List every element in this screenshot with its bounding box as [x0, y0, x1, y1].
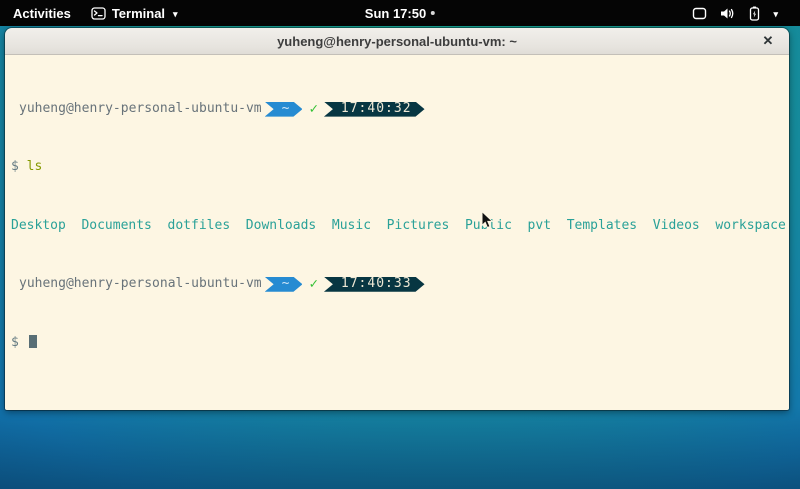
input-line[interactable]: $ — [11, 335, 785, 350]
app-menu-label: Terminal — [112, 6, 165, 21]
prompt-time: 17:40:32 — [341, 102, 412, 117]
activities-button[interactable]: Activities — [0, 0, 81, 26]
prompt-symbol: $ — [11, 159, 19, 174]
prompt-line: yuheng@henry-personal-ubuntu-vm ~ ✓ 17:4… — [11, 102, 785, 117]
battery-charging-icon — [749, 6, 760, 21]
close-icon[interactable]: ✕ — [759, 32, 777, 50]
app-menu-button[interactable]: Terminal ▾ — [81, 0, 188, 26]
clock-label: Sun 17:50 — [365, 6, 426, 21]
chevron-down-icon: ▾ — [773, 10, 778, 19]
notification-dot-icon — [431, 11, 435, 15]
prompt-user: yuheng@henry-personal-ubuntu-vm — [19, 102, 262, 117]
display-icon — [692, 7, 707, 20]
command-line: $ ls — [11, 160, 785, 175]
clock-button[interactable]: Sun 17:50 — [357, 0, 443, 26]
status-check-icon: ✓ — [309, 277, 317, 292]
prompt-user: yuheng@henry-personal-ubuntu-vm — [19, 277, 262, 292]
mouse-pointer-icon — [481, 211, 495, 234]
chevron-down-icon: ▾ — [173, 10, 178, 19]
prompt-time: 17:40:33 — [341, 277, 412, 292]
system-tray-button[interactable]: ▾ — [682, 0, 800, 26]
terminal-content[interactable]: yuheng@henry-personal-ubuntu-vm ~ ✓ 17:4… — [5, 55, 789, 410]
powerline-time-segment: 17:40:32 — [324, 102, 425, 117]
prompt-line: yuheng@henry-personal-ubuntu-vm ~ ✓ 17:4… — [11, 277, 785, 292]
volume-icon — [720, 7, 736, 20]
powerline-path-segment: ~ — [265, 277, 303, 292]
command-text: ls — [27, 159, 43, 174]
powerline-time-segment: 17:40:33 — [324, 277, 425, 292]
top-bar: Activities Terminal ▾ Sun 17:50 — [0, 0, 800, 26]
desktop-background: yuheng@henry-personal-ubuntu-vm: ~ ✕ yuh… — [0, 26, 800, 489]
terminal-window: yuheng@henry-personal-ubuntu-vm: ~ ✕ yuh… — [5, 28, 789, 410]
status-check-icon: ✓ — [309, 102, 317, 117]
text-cursor — [29, 335, 37, 348]
window-titlebar[interactable]: yuheng@henry-personal-ubuntu-vm: ~ ✕ — [5, 28, 789, 55]
screen: Activities Terminal ▾ Sun 17:50 — [0, 0, 800, 489]
terminal-icon — [91, 7, 106, 20]
ls-output-line: Desktop Documents dotfiles Downloads Mus… — [11, 219, 785, 234]
prompt-symbol: $ — [11, 335, 19, 350]
window-title: yuheng@henry-personal-ubuntu-vm: ~ — [277, 34, 517, 49]
powerline-path-segment: ~ — [265, 102, 303, 117]
